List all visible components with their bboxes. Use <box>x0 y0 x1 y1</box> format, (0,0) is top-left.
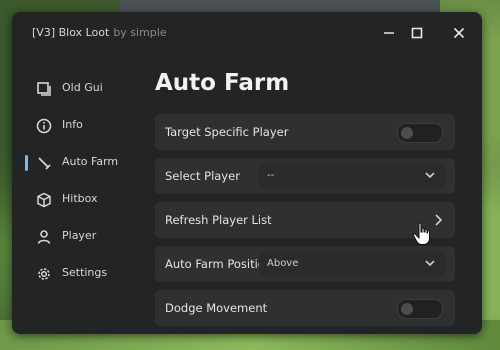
window-title-text: [V3] Blox Loot <box>32 26 110 39</box>
info-icon <box>36 118 52 134</box>
minimize-button[interactable] <box>378 22 400 44</box>
dropdown-value: Above <box>267 258 299 269</box>
close-button[interactable] <box>448 22 470 44</box>
maximize-icon <box>411 27 423 39</box>
auto-farm-position-dropdown[interactable]: Above <box>259 251 445 277</box>
target-specific-player-toggle-row[interactable]: Target Specific Player <box>155 114 455 150</box>
toggle-knob <box>401 303 413 315</box>
select-player-dropdown[interactable]: -- <box>259 163 445 189</box>
minimize-icon <box>384 32 394 34</box>
sidebar-item-settings[interactable]: Settings <box>12 255 147 292</box>
row-label: Auto Farm Position <box>165 257 273 271</box>
sidebar-item-label: Hitbox <box>62 192 98 205</box>
page-title: Auto Farm <box>155 70 290 96</box>
window-title: [V3] Blox Loot by simple <box>32 26 167 39</box>
sidebar-item-label: Auto Farm <box>62 155 119 168</box>
sidebar-item-auto-farm[interactable]: Auto Farm <box>12 144 147 181</box>
sidebar-item-hitbox[interactable]: Hitbox <box>12 181 147 218</box>
row-label: Target Specific Player <box>165 125 289 139</box>
sidebar: Old Gui Info Auto Farm Hitbox Player Set… <box>12 70 147 292</box>
sidebar-item-label: Settings <box>62 266 108 279</box>
maximize-button[interactable] <box>406 22 428 44</box>
user-icon <box>36 229 52 245</box>
auto-farm-position-row: Auto Farm Position Above <box>155 246 455 282</box>
script-window: [V3] Blox Loot by simple Old Gui Info Au… <box>12 12 482 334</box>
title-bar[interactable]: [V3] Blox Loot by simple <box>12 12 482 54</box>
sidebar-item-label: Player <box>62 229 97 242</box>
window-subtitle: by simple <box>113 26 167 39</box>
chevron-down-icon <box>425 260 435 267</box>
sword-icon <box>36 155 52 171</box>
sidebar-item-player[interactable]: Player <box>12 218 147 255</box>
row-label: Select Player <box>165 169 240 183</box>
gear-icon <box>36 266 52 282</box>
sidebar-item-info[interactable]: Info <box>12 107 147 144</box>
toggle-knob <box>401 127 413 139</box>
dropdown-value: -- <box>267 170 275 181</box>
select-player-row: Select Player -- <box>155 158 455 194</box>
old-gui-icon <box>36 81 52 97</box>
sidebar-item-label: Old Gui <box>62 81 103 94</box>
refresh-player-list-button[interactable]: Refresh Player List <box>155 202 455 238</box>
active-indicator <box>25 155 28 171</box>
sidebar-item-label: Info <box>62 118 83 131</box>
row-label: Dodge Movement <box>165 301 268 315</box>
cube-icon <box>36 192 52 208</box>
row-label: Refresh Player List <box>165 213 272 227</box>
dodge-movement-toggle[interactable] <box>397 299 443 319</box>
close-icon <box>453 27 465 39</box>
sidebar-item-old-gui[interactable]: Old Gui <box>12 70 147 107</box>
dodge-movement-toggle-row[interactable]: Dodge Movement <box>155 290 455 326</box>
chevron-right-icon <box>435 214 443 226</box>
hand-pointer-cursor-icon <box>412 222 430 245</box>
chevron-down-icon <box>425 172 435 179</box>
target-specific-player-toggle[interactable] <box>397 123 443 143</box>
